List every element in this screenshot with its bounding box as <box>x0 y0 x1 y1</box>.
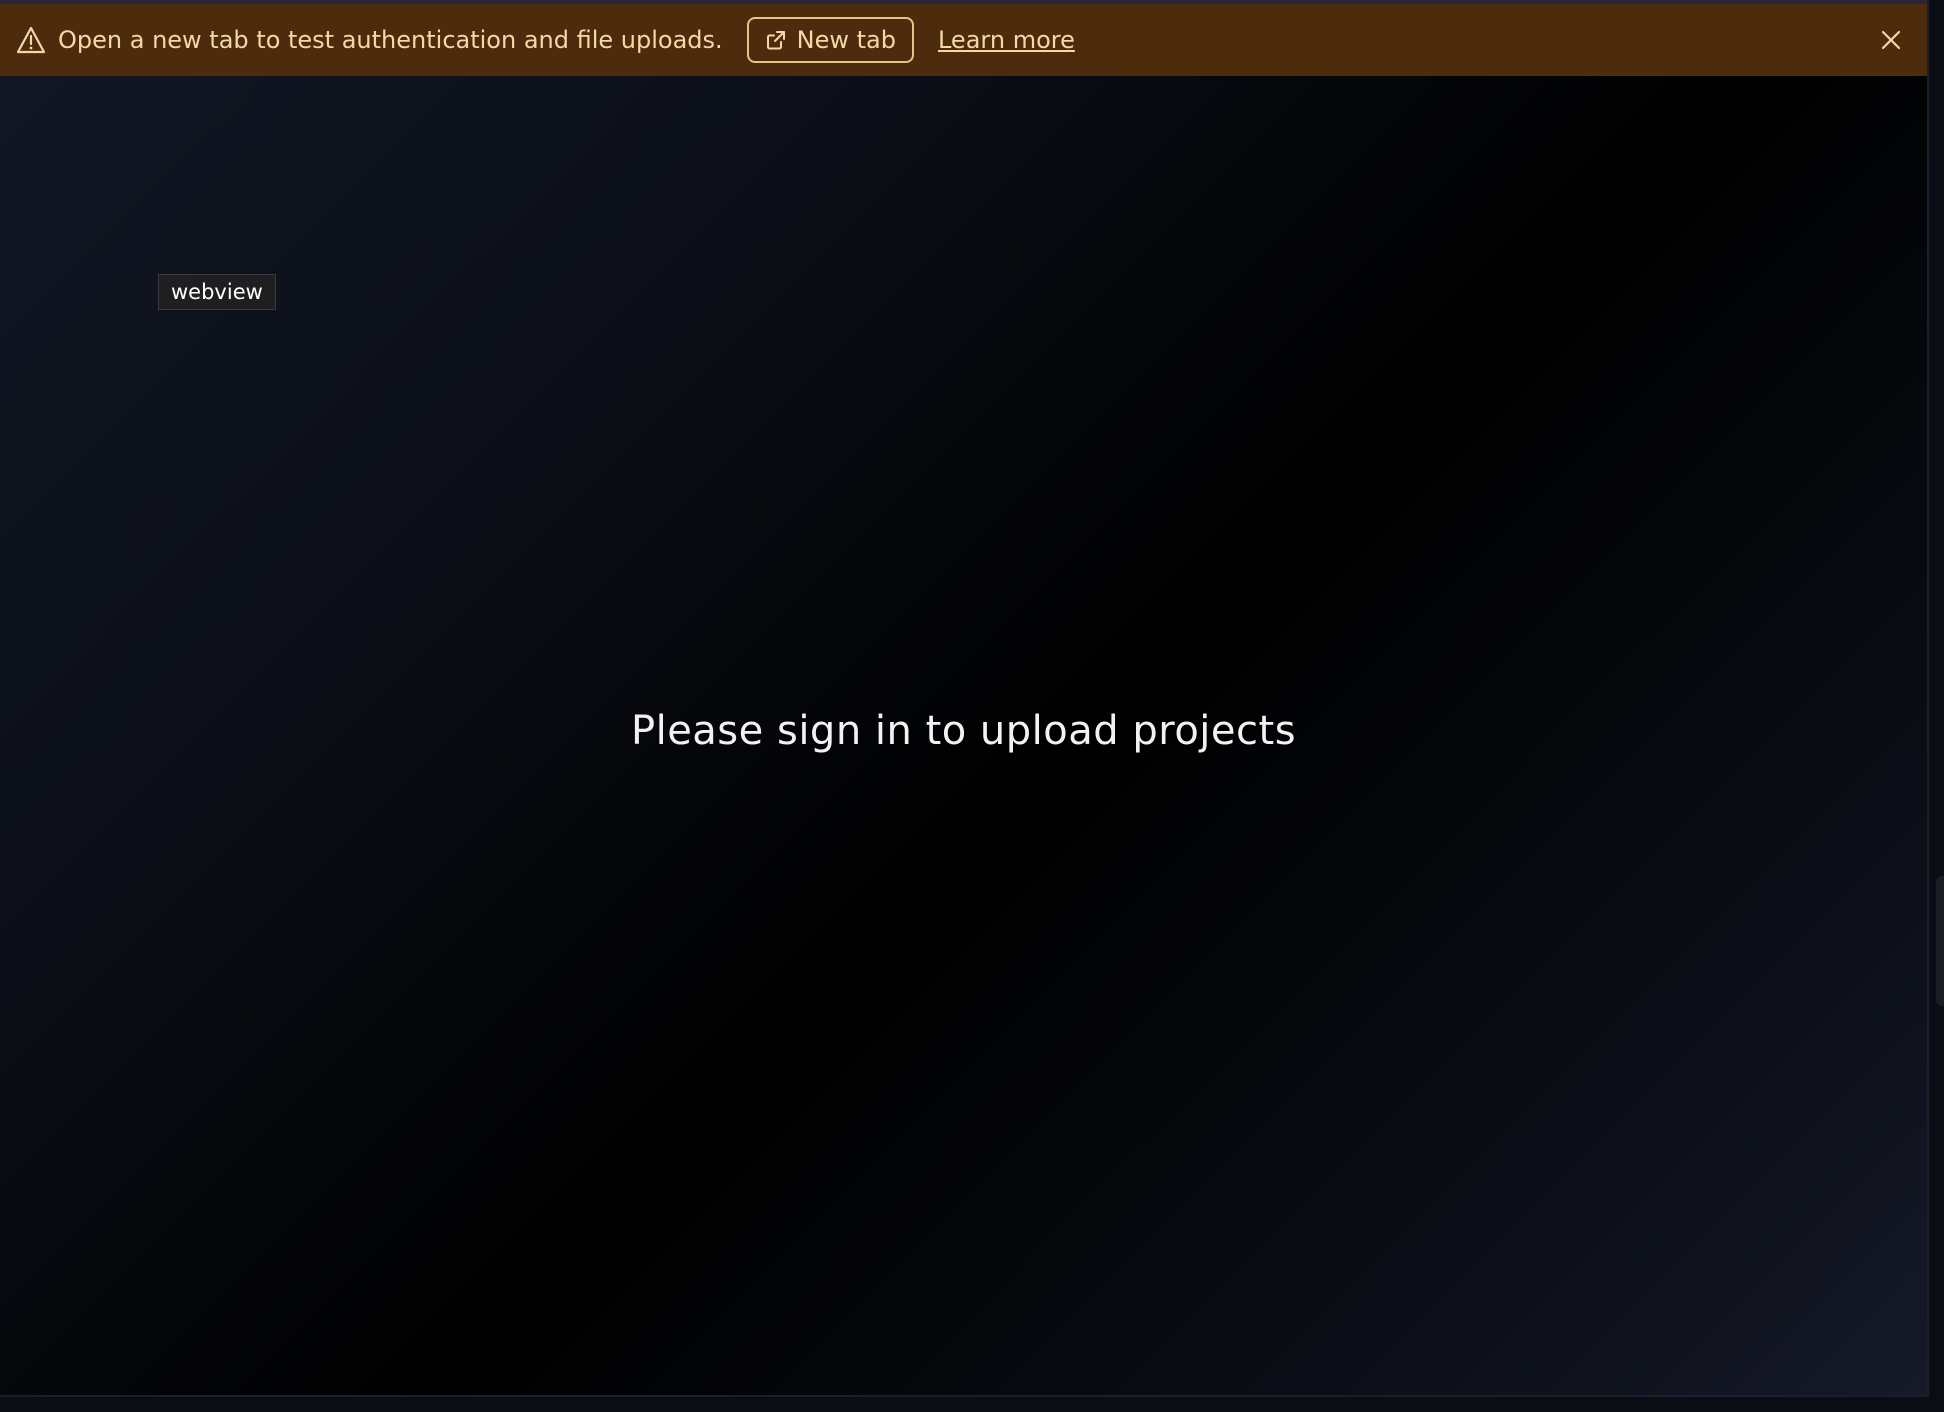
new-tab-button[interactable]: New tab <box>746 17 914 63</box>
external-link-icon <box>765 29 787 51</box>
new-tab-label: New tab <box>796 26 896 54</box>
banner-message: Open a new tab to test authentication an… <box>58 26 723 54</box>
learn-more-link[interactable]: Learn more <box>938 26 1075 54</box>
side-panel-handle[interactable] <box>1936 876 1944 1006</box>
webview-label: webview <box>158 274 276 310</box>
close-icon[interactable] <box>1877 26 1905 54</box>
webview-frame: Open a new tab to test authentication an… <box>0 0 1929 1397</box>
warning-banner: Open a new tab to test authentication an… <box>0 4 1927 76</box>
sign-in-message: Please sign in to upload projects <box>630 708 1297 754</box>
warning-icon <box>16 25 46 55</box>
